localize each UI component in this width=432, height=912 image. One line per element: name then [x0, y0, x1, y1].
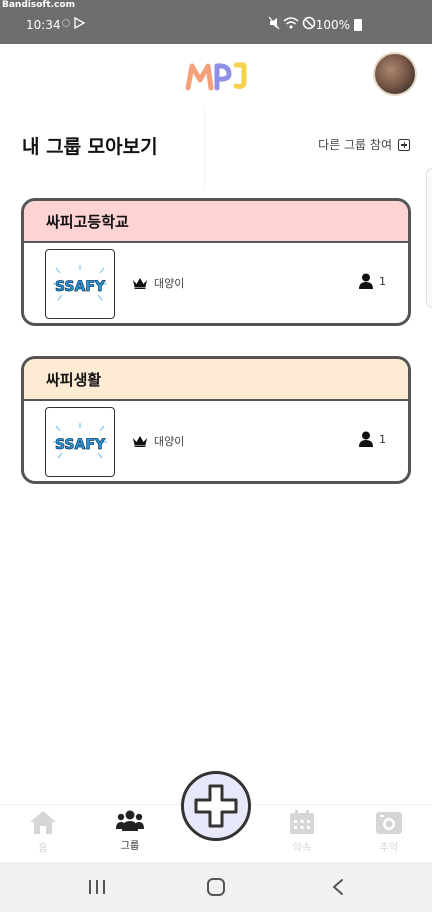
status-bar: Bandisoft.com 10:34 100% — [0, 0, 432, 44]
divider — [204, 108, 205, 188]
join-group-button[interactable]: 다른 그룹 참여 — [318, 136, 410, 153]
recent-apps-icon[interactable] — [86, 876, 108, 898]
app-header — [0, 44, 432, 106]
group-card[interactable]: 싸피고등학교 SSAFY 대양이 1 — [21, 198, 411, 326]
group-thumbnail: SSAFY — [45, 249, 115, 319]
status-time: 10:34 — [26, 18, 61, 32]
nav-home-label: 홈 — [38, 843, 48, 854]
nav-promise-label: 약속 — [292, 843, 312, 854]
group-card[interactable]: 싸피생활 SSAFY 대양이 1 — [21, 356, 411, 484]
nav-group[interactable]: 그룹 — [100, 805, 160, 863]
ssafy-logo-icon: SSAFY — [53, 423, 107, 459]
nav-memory-label: 추억 — [379, 843, 399, 854]
join-group-label: 다른 그룹 참여 — [318, 138, 392, 152]
member-count: 1 — [359, 431, 386, 447]
group-name: 싸피고등학교 — [46, 212, 129, 231]
group-thumbnail: SSAFY — [45, 407, 115, 477]
ssafy-logo-icon: SSAFY — [53, 265, 107, 301]
group-card-header: 싸피고등학교 — [24, 201, 408, 243]
person-icon — [359, 273, 373, 289]
back-icon[interactable] — [327, 876, 349, 898]
system-nav-bar — [0, 862, 432, 912]
calendar-icon — [290, 810, 314, 834]
nav-promise[interactable]: 약속 — [272, 805, 332, 863]
group-card-header: 싸피생활 — [24, 359, 408, 401]
camera-icon — [376, 812, 402, 834]
member-count: 1 — [359, 273, 386, 289]
group-icon — [116, 810, 144, 831]
group-leader: 대양이 — [132, 433, 184, 449]
crown-icon — [133, 436, 147, 447]
plus-icon — [194, 784, 238, 828]
profile-avatar[interactable] — [373, 52, 417, 96]
leader-name: 대양이 — [154, 435, 185, 448]
side-panel-handle[interactable] — [426, 168, 432, 308]
status-battery-text: 100% — [315, 18, 350, 32]
home-icon — [30, 811, 56, 834]
status-system-icons — [268, 16, 318, 33]
member-count-value: 1 — [379, 274, 386, 288]
svg-text:SSAFY: SSAFY — [55, 437, 106, 453]
watermark: Bandisoft.com — [2, 0, 75, 10]
nav-home[interactable]: 홈 — [13, 805, 73, 863]
crown-icon — [133, 278, 147, 289]
group-leader: 대양이 — [132, 275, 184, 291]
status-notification-icons — [62, 16, 88, 32]
battery-icon — [354, 19, 362, 31]
plus-square-icon — [398, 138, 410, 151]
member-count-value: 1 — [379, 432, 386, 446]
app-logo[interactable] — [184, 58, 250, 94]
nav-group-label: 그룹 — [120, 841, 140, 852]
svg-text:SSAFY: SSAFY — [55, 279, 106, 295]
add-button[interactable] — [181, 771, 251, 841]
nav-memory[interactable]: 추억 — [359, 805, 419, 863]
page-title: 내 그룹 모아보기 — [22, 136, 158, 158]
person-icon — [359, 431, 373, 447]
leader-name: 대양이 — [154, 277, 185, 290]
home-system-icon[interactable] — [205, 876, 227, 898]
group-name: 싸피생활 — [46, 370, 102, 389]
